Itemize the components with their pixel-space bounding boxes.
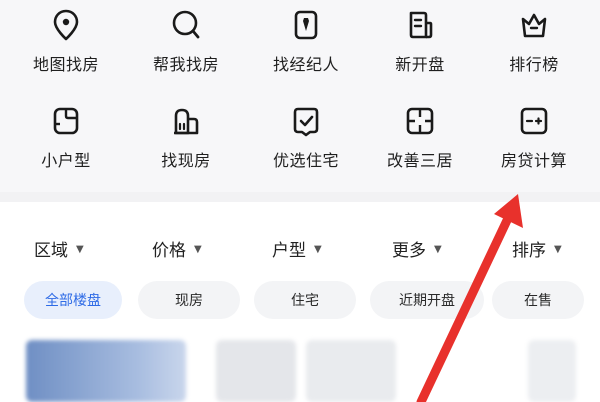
chevron-down-icon: ▼: [194, 243, 202, 255]
floorplan-icon: [406, 107, 434, 135]
crown-icon: [521, 13, 547, 38]
listing-thumbnail: [306, 340, 396, 402]
shortcut-label: 房贷计算: [500, 151, 567, 170]
filter-more[interactable]: 更多 ▼: [392, 234, 442, 262]
shortcut-label: 优选住宅: [272, 151, 339, 170]
listing-thumbnail[interactable]: [26, 340, 186, 402]
filter-price[interactable]: 价格 ▼: [152, 234, 202, 262]
shortcut-label: 新开盘: [395, 55, 445, 74]
shortcut-label: 帮我找房: [152, 55, 219, 74]
shortcut-ready-homes[interactable]: 找现房: [126, 100, 246, 180]
map-pin-icon: [53, 9, 79, 41]
chip-all-projects[interactable]: 全部楼盘: [24, 281, 122, 319]
listing-thumbnail: [216, 340, 296, 402]
filter-label: 户型: [272, 240, 306, 261]
shortcut-preferred-homes[interactable]: 优选住宅: [246, 100, 366, 180]
shortcut-map-search[interactable]: 地图找房: [6, 4, 126, 84]
filter-label: 价格: [152, 240, 186, 261]
chip-residential[interactable]: 住宅: [254, 281, 356, 319]
listing-preview-row: [0, 336, 600, 402]
shortcut-three-bedroom[interactable]: 改善三居: [360, 100, 480, 180]
shortcut-small-unit[interactable]: 小户型: [6, 100, 126, 180]
shortcut-label: 找经纪人: [272, 55, 339, 74]
section-divider: [0, 192, 600, 202]
shortcut-label: 排行榜: [509, 55, 559, 74]
shortcut-label: 小户型: [41, 151, 91, 170]
chip-recently-opened[interactable]: 近期开盘: [370, 281, 484, 319]
agent-badge-icon: [294, 10, 318, 40]
shortcut-ranking[interactable]: 排行榜: [474, 4, 594, 84]
shortcut-help-me-find[interactable]: 帮我找房: [126, 4, 246, 84]
search-icon: [172, 10, 200, 39]
filter-label: 更多: [392, 240, 426, 261]
shortcut-grid: 地图找房 帮我找房 找经纪人 新开盘 排行榜 小户型 找现房 优选住宅 改善三居…: [0, 0, 600, 192]
new-listing-icon: [409, 11, 433, 39]
small-unit-icon: [53, 107, 79, 135]
building-icon: [174, 108, 199, 135]
filter-label: 排序: [512, 240, 546, 261]
chip-ready[interactable]: 现房: [138, 281, 240, 319]
listing-thumbnail: [528, 340, 576, 402]
checked-home-icon: [293, 107, 319, 137]
chip-on-sale[interactable]: 在售: [492, 281, 584, 319]
chevron-down-icon: ▼: [554, 243, 562, 255]
shortcut-label: 地图找房: [32, 55, 99, 74]
filter-layout[interactable]: 户型 ▼: [272, 234, 322, 262]
chip-label: 在售: [524, 293, 552, 309]
chevron-down-icon: ▼: [76, 243, 84, 255]
shortcut-new-listing[interactable]: 新开盘: [360, 4, 480, 84]
chip-label: 全部楼盘: [45, 293, 101, 309]
calculator-icon: [520, 107, 548, 135]
filter-sort[interactable]: 排序 ▼: [512, 234, 562, 262]
chevron-down-icon: ▼: [434, 243, 442, 255]
chip-label: 近期开盘: [399, 293, 455, 309]
filter-label: 区域: [34, 240, 68, 261]
shortcut-label: 找现房: [161, 151, 211, 170]
chip-label: 现房: [175, 293, 203, 309]
shortcut-find-agent[interactable]: 找经纪人: [246, 4, 366, 84]
chevron-down-icon: ▼: [314, 243, 322, 255]
filter-area[interactable]: 区域 ▼: [34, 234, 84, 262]
shortcut-mortgage-calculator[interactable]: 房贷计算: [474, 100, 594, 180]
shortcut-label: 改善三居: [386, 151, 453, 170]
chip-label: 住宅: [291, 293, 319, 309]
